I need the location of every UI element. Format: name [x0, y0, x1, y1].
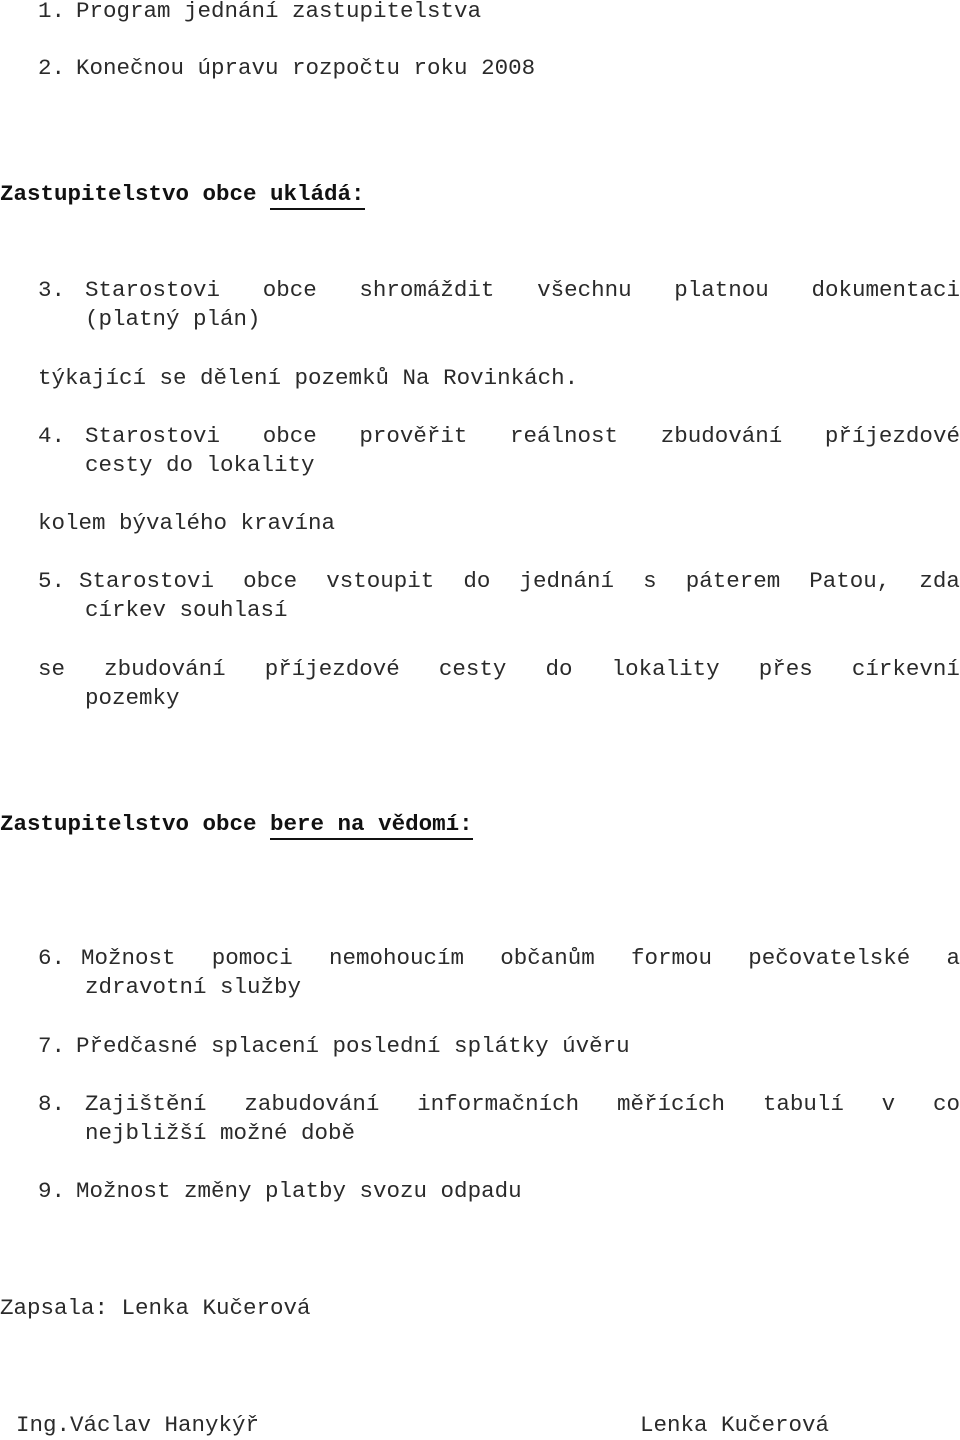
item-text: Konečnou úpravu rozpočtu roku 2008: [76, 55, 536, 81]
list-item-7: 7. Předčasné splacení poslední splátky úv…: [38, 1032, 630, 1061]
word: formou: [630, 945, 712, 971]
section-heading-uklada: Zastupitelstvo obce ukládá:: [0, 180, 365, 210]
heading-prefix: Zastupitelstvo obce: [0, 811, 271, 837]
word: lokality: [611, 656, 720, 682]
list-item-2: 2. Konečnou úpravu rozpočtu roku 2008: [38, 54, 535, 83]
word: zbudování: [660, 423, 783, 449]
item-text: Předčasné splacení poslední splátky úvěr…: [76, 1033, 630, 1059]
word: všechnu: [537, 277, 632, 303]
word: s: [643, 568, 657, 594]
list-item-4: 4. Starostovi obce prověřit reálnost zbu…: [38, 422, 960, 480]
item-number: 1.: [38, 0, 66, 24]
word: vstoupit: [326, 568, 435, 594]
word: Starostovi: [85, 277, 221, 303]
list-item-5: 5. Starostovi obce vstoupit do jednání s…: [38, 567, 960, 625]
item-continuation: nejbližší možné době: [85, 1120, 356, 1146]
item-text: Starostovi obce vstoupit do jednání s pá…: [79, 567, 960, 596]
word: jednání: [519, 568, 614, 594]
word: reálnost: [510, 423, 619, 449]
word: platnou: [674, 277, 769, 303]
word: obce: [243, 568, 298, 594]
list-item-9: 9. Možnost změny platby svozu odpadu: [38, 1177, 522, 1206]
word: zabudování: [244, 1091, 380, 1117]
item-number: 7.: [38, 1033, 66, 1059]
word: církevní: [851, 656, 960, 682]
item-text: se zbudování příjezdové cesty do lokalit…: [38, 655, 960, 684]
word: obce: [262, 423, 317, 449]
item-number: 8.: [38, 1091, 66, 1117]
heading-underlined: ukládá:: [270, 181, 365, 210]
signature-right: Lenka Kučerová: [640, 1412, 830, 1438]
word: v: [881, 1091, 896, 1117]
item-text: Zajištění zabudování informačních měřící…: [85, 1090, 960, 1119]
word: zbudování: [104, 656, 226, 682]
word: co: [932, 1091, 960, 1117]
word: obce: [262, 277, 317, 303]
word: Zajištění: [85, 1091, 207, 1117]
item-number: 4.: [38, 423, 66, 449]
item-text: Starostovi obce shromáždit všechnu platn…: [85, 276, 960, 305]
list-item-1: 1. Program jednání zastupitelstva: [38, 0, 481, 26]
item-4-detail: kolem bývalého kravína: [38, 510, 336, 536]
word: pečovatelské: [748, 945, 911, 971]
word: informačních: [417, 1091, 580, 1117]
item-text: Možnost změny platby svozu odpadu: [76, 1178, 522, 1204]
word: se: [38, 656, 66, 682]
word: příjezdové: [824, 423, 960, 449]
word: do: [545, 656, 573, 682]
item-text: Možnost pomoci nemohoucím občanům formou…: [81, 944, 960, 973]
word: a: [946, 945, 960, 971]
word: cesty: [438, 656, 507, 682]
item-5-detail: se zbudování příjezdové cesty do lokalit…: [38, 655, 960, 713]
word: tabulí: [762, 1091, 844, 1117]
item-number: 2.: [38, 55, 66, 81]
item-continuation: církev souhlasí: [85, 597, 288, 623]
word: pomoci: [211, 945, 293, 971]
word: občanům: [500, 945, 595, 971]
item-text: Starostovi obce prověřit reálnost zbudov…: [85, 422, 960, 451]
item-continuation: zdravotní služby: [85, 974, 302, 1000]
heading-prefix: Zastupitelstvo obce: [0, 181, 271, 207]
item-number: 9.: [38, 1178, 66, 1204]
item-continuation: pozemky: [85, 685, 180, 711]
list-item-8: 8. Zajištění zabudování informačních měř…: [38, 1090, 960, 1148]
word: zda: [919, 568, 960, 594]
item-number: 3.: [38, 277, 66, 303]
item-continuation: (platný plán): [85, 306, 261, 332]
word: do: [463, 568, 491, 594]
word: Patou,: [809, 568, 891, 594]
word: měřících: [616, 1091, 726, 1117]
word: páterem: [685, 568, 781, 594]
word: přes: [758, 656, 813, 682]
word: shromáždit: [359, 277, 495, 303]
section-heading-bere-na-vedomi: Zastupitelstvo obce bere na vědomí:: [0, 810, 473, 840]
word: prověřit: [359, 423, 468, 449]
list-item-3: 3. Starostovi obce shromáždit všechnu pl…: [38, 276, 960, 334]
signature-left: Ing.Václav Hanykýř: [16, 1412, 260, 1438]
word: dokumentaci: [811, 277, 960, 303]
heading-underlined: bere na vědomí:: [270, 811, 473, 840]
item-number: 5.: [38, 568, 66, 594]
word: příjezdové: [264, 656, 400, 682]
item-text: Program jednání zastupitelstva: [76, 0, 482, 24]
word: nemohoucím: [328, 945, 464, 971]
item-continuation: cesty do lokality: [85, 452, 315, 478]
item-number: 6.: [38, 945, 66, 971]
word: Starostovi: [85, 423, 221, 449]
word: Starostovi: [79, 568, 215, 594]
word: Možnost: [81, 945, 176, 971]
item-3-detail: týkající se dělení pozemků Na Rovinkách.: [38, 365, 579, 391]
recorder-line: Zapsala: Lenka Kučerová: [0, 1295, 311, 1321]
list-item-6: 6. Možnost pomoci nemohoucím občanům for…: [38, 944, 960, 1002]
